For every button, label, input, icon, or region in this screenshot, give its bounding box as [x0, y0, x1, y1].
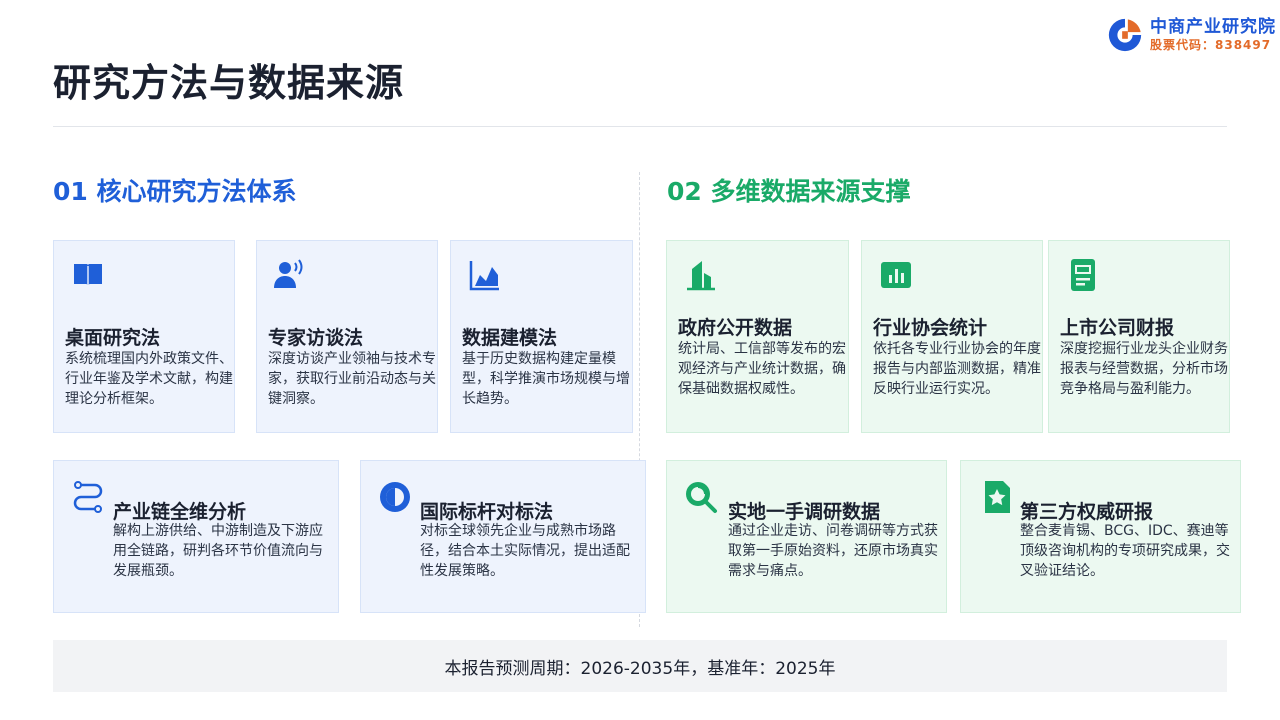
government-building-icon [683, 257, 719, 293]
method-card-title: 国际标杆对标法 [420, 501, 554, 523]
method-card-desc: 基于历史数据构建定量模型，科学推演市场规模与增长趋势。 [462, 351, 630, 407]
source-card-government-data: 政府公开数据 统计局、工信部等发布的宏观经济与产业统计数据，确保基础数据权威性。 [666, 240, 849, 433]
bar-chart-icon [878, 257, 914, 293]
method-card-desc: 深度访谈产业领袖与技术专家，获取行业前沿动态与关键洞察。 [268, 351, 436, 407]
source-card-desc: 依托各专业行业协会的年度报告与内部监测数据，精准反映行业运行实况。 [873, 341, 1041, 397]
logo-name: 中商产业研究院 [1150, 17, 1276, 37]
logo-mark-icon [1108, 18, 1142, 52]
logo-stock-code: 股票代码：838497 [1150, 38, 1272, 52]
source-card-desc: 通过企业走访、问卷调研等方式获取第一手原始资料，还原市场真实需求与痛点。 [728, 523, 938, 579]
contrast-icon [377, 479, 413, 515]
source-card-title: 第三方权威研报 [1020, 501, 1154, 523]
source-card-listed-company-reports: 上市公司财报 深度挖掘行业龙头企业财务报表与经营数据，分析市场竞争格局与盈利能力… [1048, 240, 1230, 433]
search-icon [683, 479, 719, 515]
title-divider [53, 126, 1227, 127]
method-card-data-modeling: 数据建模法 基于历史数据构建定量模型，科学推演市场规模与增长趋势。 [450, 240, 633, 433]
method-card-desk-research: 桌面研究法 系统梳理国内外政策文件、行业年鉴及学术文献，构建理论分析框架。 [53, 240, 235, 433]
source-card-title: 政府公开数据 [678, 317, 793, 339]
method-card-desc: 解构上游供给、中游制造及下游应用全链路，研判各环节价值流向与发展瓶颈。 [113, 523, 323, 579]
source-card-third-party-reports: 第三方权威研报 整合麦肯锡、BCG、IDC、赛迪等顶级咨询机构的专项研究成果，交… [960, 460, 1241, 613]
method-card-title: 数据建模法 [462, 327, 558, 349]
source-card-title: 行业协会统计 [873, 317, 988, 339]
method-card-benchmarking: 国际标杆对标法 对标全球领先企业与成熟市场路径，结合本土实际情况，提出适配性发展… [360, 460, 646, 613]
forecast-period-note: 本报告预测周期：2026-2035年，基准年：2025年 [53, 640, 1227, 692]
route-icon [70, 479, 106, 515]
page-title: 研究方法与数据来源 [53, 61, 405, 105]
section-title-sources: 02 多维数据来源支撑 [667, 177, 911, 206]
section-title-methods: 01 核心研究方法体系 [53, 177, 297, 206]
method-card-title: 专家访谈法 [268, 327, 364, 349]
book-icon [70, 257, 106, 293]
source-card-title: 实地一手调研数据 [728, 501, 881, 523]
area-chart-icon [467, 257, 503, 293]
expert-speaking-icon [271, 257, 307, 293]
method-card-value-chain: 产业链全维分析 解构上游供给、中游制造及下游应用全链路，研判各环节价值流向与发展… [53, 460, 339, 613]
source-card-desc: 统计局、工信部等发布的宏观经济与产业统计数据，确保基础数据权威性。 [678, 341, 846, 397]
method-card-title: 产业链全维分析 [113, 501, 247, 523]
method-card-desc: 对标全球领先企业与成熟市场路径，结合本土实际情况，提出适配性发展策略。 [420, 523, 630, 579]
source-card-desc: 整合麦肯锡、BCG、IDC、赛迪等顶级咨询机构的专项研究成果，交叉验证结论。 [1020, 523, 1230, 579]
source-card-field-research: 实地一手调研数据 通过企业走访、问卷调研等方式获取第一手原始资料，还原市场真实需… [666, 460, 947, 613]
method-card-expert-interview: 专家访谈法 深度访谈产业领袖与技术专家，获取行业前沿动态与关键洞察。 [256, 240, 438, 433]
source-card-title: 上市公司财报 [1060, 317, 1175, 339]
source-card-desc: 深度挖掘行业龙头企业财务报表与经营数据，分析市场竞争格局与盈利能力。 [1060, 341, 1228, 397]
certificate-star-icon [979, 479, 1015, 515]
method-card-desc: 系统梳理国内外政策文件、行业年鉴及学术文献，构建理论分析框架。 [65, 351, 233, 407]
method-card-title: 桌面研究法 [65, 327, 161, 349]
financial-report-icon [1065, 257, 1101, 293]
company-logo: 中商产业研究院 股票代码：838497 [1106, 16, 1276, 54]
source-card-industry-association: 行业协会统计 依托各专业行业协会的年度报告与内部监测数据，精准反映行业运行实况。 [861, 240, 1043, 433]
